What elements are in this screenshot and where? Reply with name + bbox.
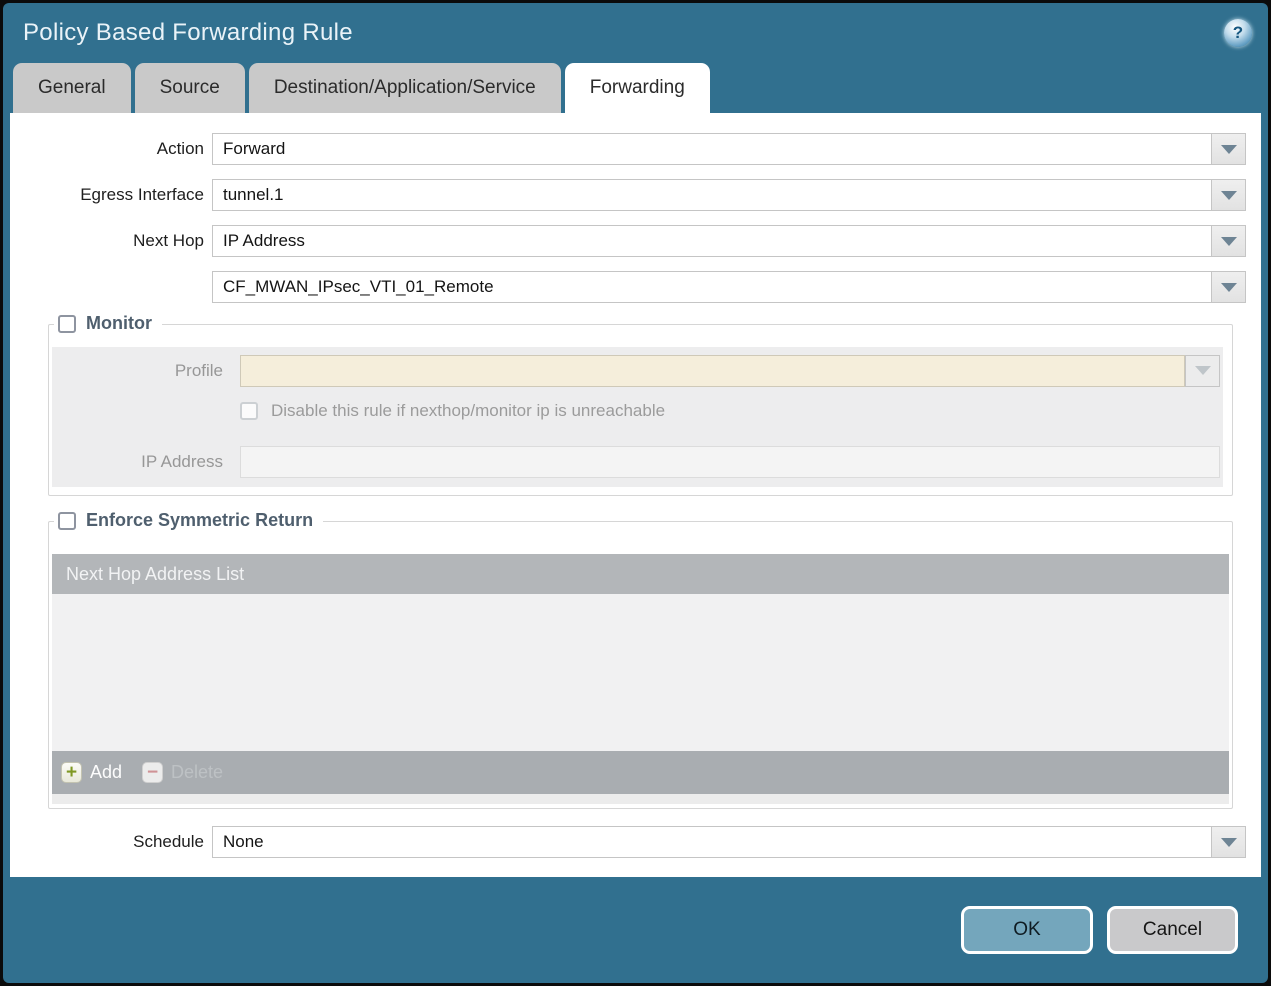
next-hop-type-input[interactable] bbox=[212, 225, 1211, 257]
chevron-down-icon bbox=[1220, 236, 1237, 246]
monitor-section: Monitor Profile Disable this rule if nex… bbox=[48, 313, 1233, 496]
enforce-symmetric-return-checkbox[interactable] bbox=[58, 511, 76, 530]
chevron-down-icon bbox=[1220, 837, 1237, 847]
chevron-down-icon bbox=[1220, 190, 1237, 200]
egress-interface-label: Egress Interface bbox=[80, 185, 204, 204]
next-hop-address-dropdown-button[interactable] bbox=[1211, 271, 1246, 303]
forwarding-tab-panel: Action Egress Interface Next Hop bbox=[10, 113, 1261, 877]
monitor-ip-address-label: IP Address bbox=[141, 452, 223, 471]
disable-rule-row: Disable this rule if nexthop/monitor ip … bbox=[240, 400, 1220, 421]
schedule-dropdown-button[interactable] bbox=[1211, 826, 1246, 858]
table-toolbar: + Add − Delete bbox=[52, 751, 1229, 794]
disable-rule-checkbox bbox=[240, 401, 258, 420]
monitor-ip-address-row: IP Address bbox=[52, 446, 1220, 478]
dialog-titlebar: Policy Based Forwarding Rule ? bbox=[3, 3, 1268, 63]
monitor-legend-label: Monitor bbox=[86, 313, 152, 333]
add-button[interactable]: + Add bbox=[61, 762, 122, 783]
add-button-label: Add bbox=[90, 762, 123, 782]
table-header: Next Hop Address List bbox=[52, 554, 1229, 594]
next-hop-address-row bbox=[18, 271, 1246, 303]
chevron-down-icon bbox=[1194, 366, 1211, 375]
tab-destination-application-service[interactable]: Destination/Application/Service bbox=[248, 63, 561, 113]
monitor-legend: Monitor bbox=[54, 313, 162, 334]
horizontal-scrollbar[interactable] bbox=[52, 794, 1229, 804]
next-hop-type-select bbox=[212, 225, 1246, 257]
plus-icon: + bbox=[61, 762, 82, 783]
egress-interface-dropdown-button[interactable] bbox=[1211, 179, 1246, 211]
tab-general[interactable]: General bbox=[13, 63, 131, 113]
schedule-label: Schedule bbox=[133, 832, 204, 851]
minus-icon: − bbox=[142, 762, 164, 783]
schedule-select bbox=[212, 826, 1246, 858]
monitor-ip-address-input bbox=[240, 446, 1220, 478]
profile-label: Profile bbox=[174, 360, 223, 380]
next-hop-address-list-table: Next Hop Address List + Add − Delete bbox=[52, 554, 1229, 804]
profile-select bbox=[240, 354, 1220, 387]
egress-interface-row: Egress Interface bbox=[18, 179, 1246, 211]
chevron-down-icon bbox=[1220, 144, 1237, 154]
egress-interface-input[interactable] bbox=[212, 179, 1211, 211]
next-hop-dropdown-button[interactable] bbox=[1211, 225, 1246, 257]
action-input[interactable] bbox=[212, 133, 1211, 165]
next-hop-row: Next Hop bbox=[18, 225, 1246, 257]
next-hop-address-select bbox=[212, 271, 1246, 303]
cancel-button[interactable]: Cancel bbox=[1107, 906, 1238, 954]
enforce-symmetric-return-label: Enforce Symmetric Return bbox=[86, 510, 314, 530]
monitor-checkbox[interactable] bbox=[58, 314, 76, 333]
action-select bbox=[212, 133, 1246, 165]
dialog-button-bar: OK Cancel bbox=[3, 877, 1268, 983]
table-body bbox=[52, 594, 1229, 751]
next-hop-address-input[interactable] bbox=[212, 271, 1211, 303]
tab-forwarding[interactable]: Forwarding bbox=[564, 63, 710, 113]
help-icon[interactable]: ? bbox=[1224, 19, 1252, 47]
dialog-title: Policy Based Forwarding Rule bbox=[23, 19, 353, 46]
tab-bar: General Source Destination/Application/S… bbox=[3, 63, 1268, 113]
policy-based-forwarding-dialog: Policy Based Forwarding Rule ? General S… bbox=[3, 3, 1268, 983]
next-hop-label: Next Hop bbox=[133, 231, 204, 250]
schedule-row: Schedule bbox=[18, 826, 1246, 858]
chevron-down-icon bbox=[1220, 282, 1237, 292]
profile-input bbox=[240, 354, 1185, 387]
profile-row: Profile bbox=[52, 354, 1220, 387]
enforce-symmetric-return-legend: Enforce Symmetric Return bbox=[54, 510, 324, 531]
enforce-symmetric-return-section: Enforce Symmetric Return Next Hop Addres… bbox=[48, 510, 1233, 809]
egress-interface-select bbox=[212, 179, 1246, 211]
schedule-input[interactable] bbox=[212, 826, 1211, 858]
tab-source[interactable]: Source bbox=[134, 63, 245, 113]
action-label: Action bbox=[156, 139, 204, 158]
delete-button: − Delete bbox=[142, 762, 223, 783]
disable-rule-label: Disable this rule if nexthop/monitor ip … bbox=[271, 400, 666, 420]
action-dropdown-button[interactable] bbox=[1211, 133, 1246, 165]
ok-button[interactable]: OK bbox=[961, 906, 1093, 954]
profile-dropdown-button bbox=[1185, 354, 1220, 387]
monitor-body: Profile Disable this rule if nexthop/mon… bbox=[52, 347, 1223, 487]
action-row: Action bbox=[18, 133, 1246, 165]
delete-button-label: Delete bbox=[171, 762, 224, 782]
